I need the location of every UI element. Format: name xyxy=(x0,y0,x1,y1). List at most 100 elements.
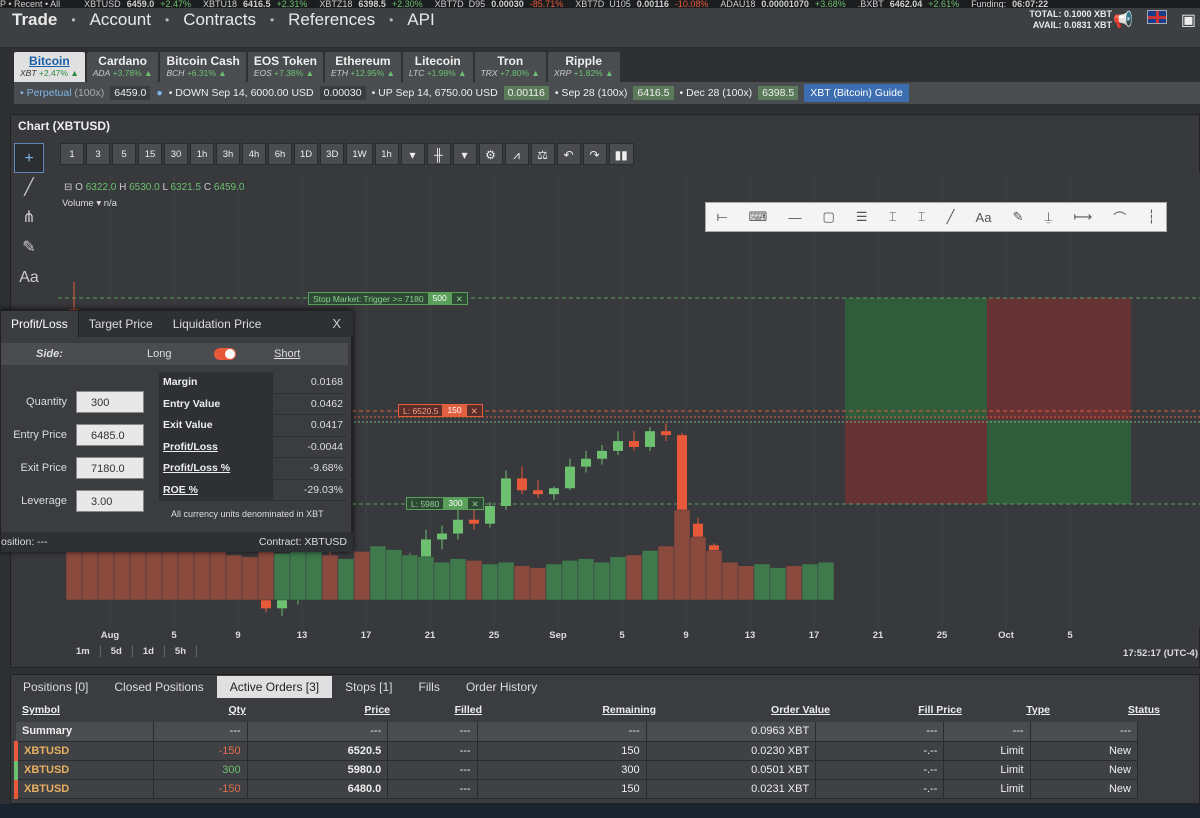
fib2-tool-icon[interactable]: ⌶ xyxy=(918,209,926,225)
close-icon[interactable]: ✕ xyxy=(465,404,483,417)
contract-up[interactable]: • UP Sep 14, 6750.00 USD xyxy=(372,87,498,99)
timeframe-button[interactable]: 6h xyxy=(268,143,292,165)
calc-input-quantity[interactable]: 300 xyxy=(76,391,144,413)
timeframe-button[interactable]: 3 xyxy=(86,143,110,165)
contract-perpetual[interactable]: • Perpetual (100x) xyxy=(20,87,104,99)
gear-icon[interactable]: ⚙ xyxy=(478,143,503,165)
coin-tab-xbt[interactable]: Bitcoin XBT +2.47% ▲ xyxy=(14,52,85,82)
bars-icon[interactable]: ▮▮ xyxy=(608,143,634,165)
contract-sep[interactable]: • Sep 28 (100x) xyxy=(555,87,628,99)
text-tool-icon[interactable]: Aa xyxy=(14,263,44,293)
ticker-item[interactable]: XBT7D_D95 0.00030 -85.71% xyxy=(435,0,570,8)
ticker-item[interactable]: P • Recent • All xyxy=(0,0,78,8)
nav-references[interactable]: References xyxy=(288,10,375,30)
orders-tab[interactable]: Closed Positions xyxy=(101,676,216,698)
ticker-item[interactable]: ADAU18 0.00001070 +3.68% xyxy=(720,0,851,8)
coin-tab-xrp[interactable]: Ripple XRP +1.82% ▲ xyxy=(547,52,620,82)
timeframe-button[interactable]: 3h xyxy=(216,143,240,165)
undo-icon[interactable]: ↶ xyxy=(556,143,581,165)
side-long[interactable]: Long xyxy=(147,348,171,360)
pitchfork-icon[interactable]: ⋔ xyxy=(14,203,44,233)
range-button[interactable]: 1m xyxy=(66,646,101,657)
guide-button[interactable]: XBT (Bitcoin) Guide xyxy=(804,84,909,102)
rect-tool-icon[interactable]: ▢ xyxy=(823,209,835,225)
column-header[interactable]: Remaining xyxy=(488,704,662,716)
nav-api[interactable]: API xyxy=(407,10,434,30)
candle-type-icon[interactable]: ╫ xyxy=(426,143,451,165)
text-tool-icon[interactable]: Aa xyxy=(976,210,992,225)
timeframe-button[interactable]: 1 xyxy=(60,143,84,165)
line-tool-icon[interactable]: ⟝ xyxy=(717,209,728,225)
coin-tab-ltc[interactable]: Litecoin LTC +1.98% ▲ xyxy=(402,52,473,82)
dropdown-icon[interactable]: ▾ xyxy=(452,143,477,165)
timeframe-button[interactable]: 3D xyxy=(320,143,345,165)
timeframe-button[interactable]: 1W xyxy=(346,143,373,165)
timeframe-button[interactable]: 1D xyxy=(294,143,319,165)
ray-tool-icon[interactable]: ╱ xyxy=(947,209,955,225)
close-icon[interactable]: ✕ xyxy=(466,497,484,510)
brush-icon[interactable]: ✎ xyxy=(14,233,44,263)
timeframe-button[interactable]: 1h xyxy=(374,143,399,165)
side-toggle[interactable] xyxy=(214,348,236,360)
chat-icon[interactable]: ▣ xyxy=(1181,10,1196,30)
coin-tab-ada[interactable]: Cardano ADA +3.78% ▲ xyxy=(86,52,159,82)
orders-tab[interactable]: Positions [0] xyxy=(10,676,101,698)
side-short[interactable]: Short xyxy=(274,348,300,360)
megaphone-icon[interactable]: 📢 xyxy=(1113,10,1133,30)
timeframe-button[interactable]: 5 xyxy=(112,143,136,165)
info-icon[interactable]: ● xyxy=(156,87,162,99)
column-header[interactable]: Qty xyxy=(156,704,252,716)
redo-icon[interactable]: ↷ xyxy=(582,143,607,165)
callout-tool-icon[interactable]: ⌨ xyxy=(748,209,767,225)
trendline-icon[interactable]: ╱ xyxy=(14,173,44,203)
calc-input-entry-price[interactable]: 6485.0 xyxy=(76,424,144,446)
column-header[interactable]: Fill Price xyxy=(836,704,968,716)
indicators-icon[interactable]: ⩘ xyxy=(504,143,529,165)
close-icon[interactable]: X xyxy=(332,316,341,331)
calc-input-exit-price[interactable]: 7180.0 xyxy=(76,457,144,479)
column-header[interactable]: Status xyxy=(1056,704,1166,716)
calc-input-leverage[interactable]: 3.00 xyxy=(76,490,144,512)
coin-tab-bch[interactable]: Bitcoin Cash BCH +6.31% ▲ xyxy=(160,52,246,82)
ticker-item[interactable]: XBT7D_U105 0.00116 -10.08% xyxy=(575,0,714,8)
timeframe-button[interactable]: 1h xyxy=(190,143,214,165)
ticker-item[interactable]: XBTU18 6416.5 +2.31% xyxy=(203,0,313,8)
nav-trade[interactable]: Trade xyxy=(12,10,57,30)
dropdown-icon[interactable]: ▾ xyxy=(400,143,425,165)
column-header[interactable]: Price xyxy=(252,704,396,716)
timeframe-button[interactable]: 15 xyxy=(138,143,162,165)
lines-tool-icon[interactable]: ☰ xyxy=(856,209,868,225)
pin-tool-icon[interactable]: ┆ xyxy=(1147,209,1155,225)
ticker-item[interactable]: .BXBT 6462.04 +2.61% xyxy=(858,0,965,8)
compare-icon[interactable]: ⚖ xyxy=(530,143,555,165)
brush-tool-icon[interactable]: ✎ xyxy=(1013,209,1024,225)
table-row[interactable]: XBTUSD 300 5980.0 --- 300 0.0501 XBT -.-- Limit… xyxy=(13,760,1139,780)
nav-account[interactable]: Account xyxy=(90,10,151,30)
coin-tab-eos[interactable]: EOS Token EOS +7.38% ▲ xyxy=(247,52,323,82)
column-header[interactable]: Order Value xyxy=(662,704,836,716)
coin-tab-trx[interactable]: Tron TRX +7.80% ▲ xyxy=(474,52,546,82)
uk-flag-icon[interactable] xyxy=(1146,10,1167,24)
range-button[interactable]: 5d xyxy=(101,646,133,657)
table-row[interactable]: XBTUSD -150 6480.0 --- 150 0.0231 XBT -.-- Limi… xyxy=(13,779,1139,799)
tab-profit-loss[interactable]: Profit/Loss xyxy=(1,311,79,337)
orders-tab[interactable]: Stops [1] xyxy=(332,676,405,698)
tab-target-price[interactable]: Target Price xyxy=(79,311,163,337)
column-header[interactable]: Type xyxy=(968,704,1056,716)
range-button[interactable]: 1d xyxy=(133,646,165,657)
arc-tool-icon[interactable]: ⌒ xyxy=(1113,208,1126,227)
tab-liquidation-price[interactable]: Liquidation Price xyxy=(163,311,272,337)
orders-tab[interactable]: Active Orders [3] xyxy=(216,676,333,698)
contract-dec[interactable]: • Dec 28 (100x) xyxy=(680,87,753,99)
coin-tab-eth[interactable]: Ethereum ETH +12.95% ▲ xyxy=(324,52,401,82)
ticker-item[interactable]: XBTZ18 6398.5 +2.30% xyxy=(319,0,428,8)
settings-box-icon[interactable]: ⊟ xyxy=(64,182,72,193)
ticker-item[interactable]: XBTUSD 6459.0 +2.47% xyxy=(84,0,197,8)
column-header[interactable]: Filled xyxy=(396,704,488,716)
fib-tool-icon[interactable]: ⌶ xyxy=(889,209,897,225)
vline-tool-icon[interactable]: ⍊ xyxy=(1045,209,1053,225)
column-header[interactable]: Symbol xyxy=(16,704,156,716)
hline-tool-icon[interactable]: — xyxy=(788,210,801,225)
measure-tool-icon[interactable]: ⟼ xyxy=(1074,209,1093,225)
contract-down[interactable]: • DOWN Sep 14, 6000.00 USD xyxy=(169,87,314,99)
